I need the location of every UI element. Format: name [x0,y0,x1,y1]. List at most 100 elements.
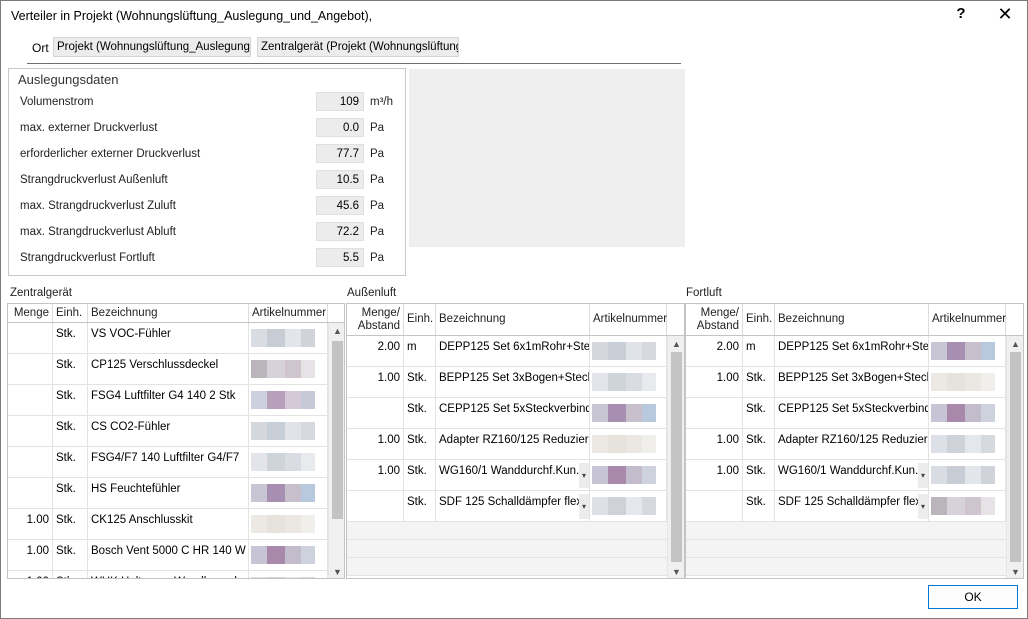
cell-einh[interactable]: Stk. [404,491,436,521]
cell-bez[interactable]: Adapter RZ160/125 Reduzier... [775,429,929,459]
column-header[interactable]: Menge [8,304,53,322]
column-header[interactable]: Artikelnummer [590,304,667,335]
cell-menge[interactable] [8,323,53,353]
cell-bez[interactable]: CK125 Anschlusskit [88,509,249,539]
cell-einh[interactable]: Stk. [743,460,775,490]
table-row[interactable]: 1.00Stk.WHK Halterung Wandkonsol [8,571,328,578]
scroll-up-icon[interactable]: ▲ [668,336,684,352]
table-row[interactable]: Stk. CS CO2-Fühler [8,416,328,447]
dropdown-arrow-icon[interactable]: ▾ [579,494,589,519]
cell-einh[interactable]: Stk. [743,429,775,459]
cell-bez[interactable]: SDF 125 Schalldämpfer flex. [775,491,929,521]
cell-menge[interactable] [8,478,53,508]
scroll-down-icon[interactable]: ▼ [1007,564,1023,578]
cell-menge[interactable]: 1.00 [347,460,404,490]
table-row[interactable]: 1.00 Stk. Adapter RZ160/125 Reduzier... [686,429,1006,460]
cell-bez[interactable]: WG160/1 Wanddurchf.Kun... [436,460,590,490]
cell-bez[interactable]: BEPP125 Set 3xBogen+Steck... [775,367,929,397]
scroll-down-icon[interactable]: ▼ [329,564,344,578]
cell-einh[interactable]: Stk. [53,509,88,539]
cell-menge[interactable]: 2.00 [686,336,743,366]
scroll-up-icon[interactable]: ▲ [329,323,344,339]
table-row[interactable]: Stk. FSG4/F7 140 Luftfilter G4/F7 [8,447,328,478]
scroll-thumb[interactable] [332,341,343,519]
table-row[interactable]: 1.00 Stk. WG160/1 Wanddurchf.Kun... ▾ [347,460,667,491]
cell-bez[interactable]: BEPP125 Set 3xBogen+Steck... [436,367,590,397]
cell-bez[interactable]: CEPP125 Set 5xSteckverbinder [775,398,929,428]
cell-bez[interactable]: DEPP125 Set 6x1mRohr+Ste... [436,336,590,366]
table-row[interactable]: Stk. CEPP125 Set 5xSteckverbinder [686,398,1006,429]
cell-bez[interactable]: FSG4 Luftfilter G4 140 2 Stk [88,385,249,415]
cell-einh[interactable]: Stk. [53,447,88,477]
cell-einh[interactable]: Stk. [53,323,88,353]
scroll-thumb[interactable] [671,352,682,562]
cell-bez[interactable]: VS VOC-Fühler [88,323,249,353]
cell-menge[interactable]: 1.00 [686,367,743,397]
cell-menge[interactable]: 1.00 [347,367,404,397]
column-header[interactable]: Menge/ Abstand [686,304,743,335]
table-row[interactable]: 1.00 Stk. BEPP125 Set 3xBogen+Steck... [686,367,1006,398]
column-header[interactable]: Einh. [743,304,775,335]
column-header[interactable]: Einh. [53,304,88,322]
table-row[interactable]: Stk. SDF 125 Schalldämpfer flex. ▾ [686,491,1006,522]
cell-menge[interactable] [686,491,743,521]
vertical-scrollbar[interactable]: ▲ ▼ [1006,336,1023,578]
cell-einh[interactable]: Stk. [53,354,88,384]
cell-bez[interactable]: WG160/1 Wanddurchf.Kun... [775,460,929,490]
table-row[interactable]: 1.00 Stk. WG160/1 Wanddurchf.Kun... ▾ [686,460,1006,491]
cell-einh[interactable]: Stk. [53,385,88,415]
cell-menge[interactable]: 1.00 [8,571,53,578]
cell-bez[interactable]: SDF 125 Schalldämpfer flex. [436,491,590,521]
cell-menge[interactable]: 1.00 [8,540,53,570]
cell-einh[interactable]: m [404,336,436,366]
scroll-thumb[interactable] [1010,352,1021,562]
scroll-up-icon[interactable]: ▲ [1007,336,1023,352]
cell-einh[interactable]: m [743,336,775,366]
cell-menge[interactable] [347,491,404,521]
cell-menge[interactable]: 1.00 [686,460,743,490]
cell-bez[interactable]: Adapter RZ160/125 Reduzier... [436,429,590,459]
table-row[interactable]: Stk. FSG4 Luftfilter G4 140 2 Stk [8,385,328,416]
cell-bez[interactable]: CS CO2-Fühler [88,416,249,446]
column-header[interactable]: Artikelnummer [249,304,328,322]
ok-button[interactable]: OK [928,585,1018,609]
dropdown-arrow-icon[interactable]: ▾ [579,463,589,488]
column-header[interactable]: Einh. [404,304,436,335]
column-header[interactable]: Menge/ Abstand [347,304,404,335]
cell-menge[interactable]: 2.00 [347,336,404,366]
dropdown-arrow-icon[interactable]: ▾ [918,494,928,519]
cell-menge[interactable]: 1.00 [8,509,53,539]
cell-menge[interactable] [686,398,743,428]
table-row[interactable]: Stk. CEPP125 Set 5xSteckverbinder [347,398,667,429]
cell-bez[interactable]: CEPP125 Set 5xSteckverbinder [436,398,590,428]
table-row[interactable]: 2.00 m DEPP125 Set 6x1mRohr+Ste... [347,336,667,367]
table-row[interactable]: Stk. HS Feuchtefühler [8,478,328,509]
cell-menge[interactable] [347,398,404,428]
table-row[interactable]: Stk. CP125 Verschlussdeckel [8,354,328,385]
cell-bez[interactable]: Bosch Vent 5000 C HR 140 W [88,540,249,570]
cell-bez[interactable]: WHK Halterung Wandkonsol [88,571,249,578]
cell-einh[interactable]: Stk. [53,416,88,446]
column-header[interactable]: Bezeichnung [775,304,929,335]
cell-bez[interactable]: DEPP125 Set 6x1mRohr+Ste... [775,336,929,366]
close-icon[interactable]: ✕ [995,4,1015,25]
cell-einh[interactable]: Stk. [53,571,88,578]
cell-einh[interactable]: Stk. [404,429,436,459]
cell-einh[interactable]: Stk. [743,491,775,521]
ort-device-field[interactable]: Zentralgerät (Projekt (Wohnungslüftung_ [257,37,459,57]
column-header[interactable]: Bezeichnung [88,304,249,322]
help-icon[interactable]: ? [953,5,969,22]
cell-menge[interactable] [8,416,53,446]
table-row[interactable]: Stk. VS VOC-Fühler [8,323,328,354]
vertical-scrollbar[interactable]: ▲ ▼ [667,336,684,578]
vertical-scrollbar[interactable]: ▲ ▼ [328,323,344,578]
table-row[interactable]: 2.00 m DEPP125 Set 6x1mRohr+Ste... [686,336,1006,367]
scroll-down-icon[interactable]: ▼ [668,564,684,578]
cell-einh[interactable]: Stk. [404,367,436,397]
cell-einh[interactable]: Stk. [404,398,436,428]
cell-menge[interactable]: 1.00 [347,429,404,459]
column-header[interactable]: Bezeichnung [436,304,590,335]
cell-einh[interactable]: Stk. [404,460,436,490]
table-row[interactable]: 1.00 Stk. Bosch Vent 5000 C HR 140 W [8,540,328,571]
cell-einh[interactable]: Stk. [743,398,775,428]
